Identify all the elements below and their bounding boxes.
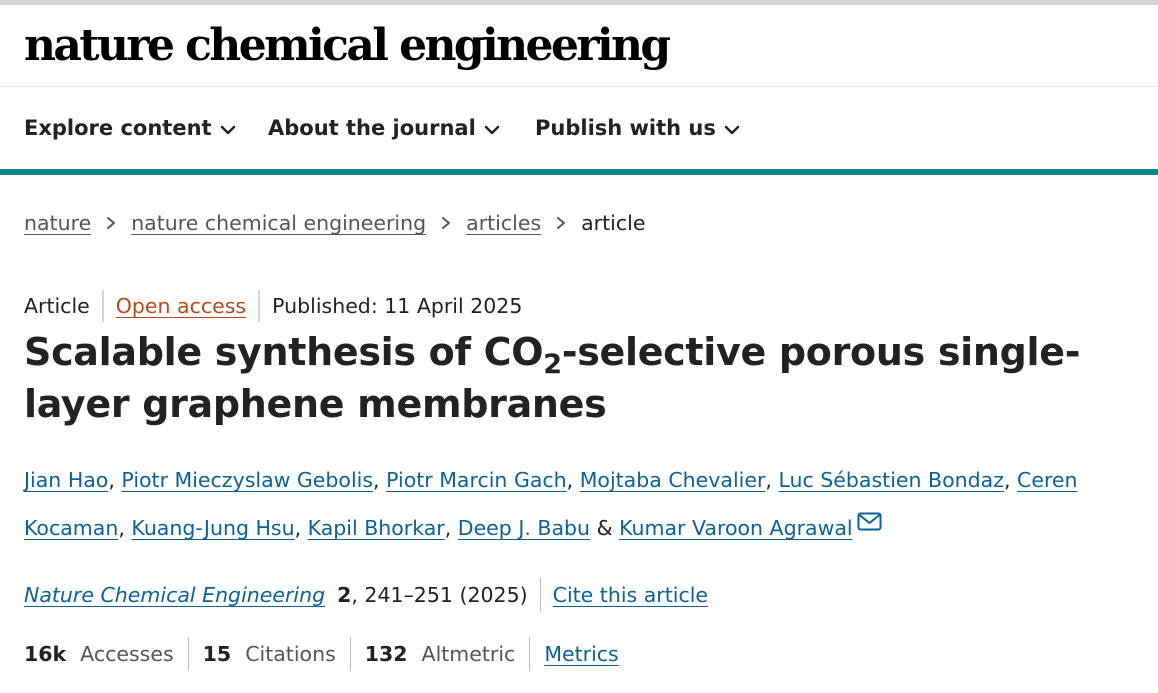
author-separator: , bbox=[294, 516, 302, 540]
nav-about-journal[interactable]: About the journal bbox=[268, 113, 500, 143]
author-link[interactable]: Piotr Marcin Gach bbox=[386, 468, 567, 492]
author-last-separator: & bbox=[596, 516, 613, 540]
metrics-divider bbox=[187, 637, 189, 671]
author-link[interactable]: Piotr Mieczyslaw Gebolis bbox=[121, 468, 373, 492]
article-title: Scalable synthesis of CO2-selective poro… bbox=[24, 326, 1139, 430]
breadcrumb-current: article bbox=[581, 211, 646, 235]
chevron-right-icon bbox=[91, 216, 131, 230]
published-date: Published: 11 April 2025 bbox=[272, 294, 523, 318]
altmetric-score: 132 bbox=[364, 642, 408, 666]
chevron-down-icon bbox=[484, 116, 500, 140]
cite-this-article-link[interactable]: Cite this article bbox=[553, 583, 708, 607]
metrics-divider bbox=[349, 637, 351, 671]
author-separator: , bbox=[1003, 468, 1011, 492]
altmetric-label: Altmetric bbox=[421, 642, 516, 666]
citation-line: Nature Chemical Engineering 2 , 241–251 … bbox=[24, 577, 708, 613]
article-type: Article bbox=[24, 294, 90, 318]
author-separator: , bbox=[444, 516, 452, 540]
author-link[interactable]: Jian Hao bbox=[24, 468, 108, 492]
open-access-link[interactable]: Open access bbox=[116, 294, 246, 318]
nav-explore-content[interactable]: Explore content bbox=[24, 113, 236, 143]
citation-divider bbox=[539, 578, 541, 612]
main-navigation: Explore content About the journal Publis… bbox=[0, 87, 1158, 175]
chevron-right-icon bbox=[426, 216, 466, 230]
nav-publish-with-us[interactable]: Publish with us bbox=[535, 113, 740, 143]
citations-count: 15 bbox=[202, 642, 232, 666]
pages-year: , 241–251 (2025) bbox=[351, 583, 528, 607]
breadcrumb-nature[interactable]: nature bbox=[24, 211, 91, 235]
author-separator: , bbox=[118, 516, 125, 540]
author-link[interactable]: Mojtaba Chevalier bbox=[580, 468, 766, 492]
metrics-link[interactable]: Metrics bbox=[544, 642, 618, 666]
meta-divider bbox=[258, 290, 261, 322]
article-title-subscript: 2 bbox=[543, 349, 562, 380]
envelope-icon[interactable] bbox=[857, 512, 882, 531]
journal-name-link[interactable]: Nature Chemical Engineering bbox=[24, 583, 325, 607]
chevron-right-icon bbox=[541, 216, 581, 230]
author-link[interactable]: Deep J. Babu bbox=[458, 516, 590, 540]
breadcrumb-articles[interactable]: articles bbox=[466, 211, 541, 235]
chevron-down-icon bbox=[220, 116, 236, 140]
nav-explore-content-label: Explore content bbox=[24, 116, 212, 140]
accesses-count: 16k bbox=[24, 642, 67, 666]
breadcrumb-nature-chemical-engineering[interactable]: nature chemical engineering bbox=[131, 211, 426, 235]
chevron-down-icon bbox=[724, 116, 740, 140]
author-link[interactable]: Luc Sébastien Bondaz bbox=[778, 468, 1004, 492]
author-separator: , bbox=[373, 468, 380, 492]
corresponding-author-link[interactable]: Kumar Varoon Agrawal bbox=[619, 516, 853, 540]
author-separator: , bbox=[108, 468, 115, 492]
site-header: nature chemical engineering bbox=[0, 5, 1158, 87]
journal-volume: 2 bbox=[337, 583, 352, 607]
author-list: Jian Hao, Piotr Mieczyslaw Gebolis, Piot… bbox=[24, 456, 1139, 552]
author-separator: , bbox=[566, 468, 574, 492]
author-separator: , bbox=[765, 468, 772, 492]
author-link[interactable]: Kuang-Jung Hsu bbox=[131, 516, 294, 540]
breadcrumb: nature nature chemical engineering artic… bbox=[24, 206, 645, 240]
article-title-part1: Scalable synthesis of CO bbox=[24, 330, 544, 374]
article-meta: Article Open access Published: 11 April … bbox=[24, 290, 522, 322]
accesses-label: Accesses bbox=[80, 642, 174, 666]
citations-label: Citations bbox=[245, 642, 336, 666]
article-metrics: 16k Accesses 15 Citations 132 Altmetric … bbox=[24, 636, 619, 672]
journal-logo[interactable]: nature chemical engineering bbox=[24, 17, 671, 75]
author-link[interactable]: Kapil Bhorkar bbox=[308, 516, 445, 540]
nav-publish-with-us-label: Publish with us bbox=[535, 116, 716, 140]
meta-divider bbox=[101, 290, 104, 322]
nav-about-journal-label: About the journal bbox=[268, 116, 476, 140]
metrics-divider bbox=[529, 637, 531, 671]
